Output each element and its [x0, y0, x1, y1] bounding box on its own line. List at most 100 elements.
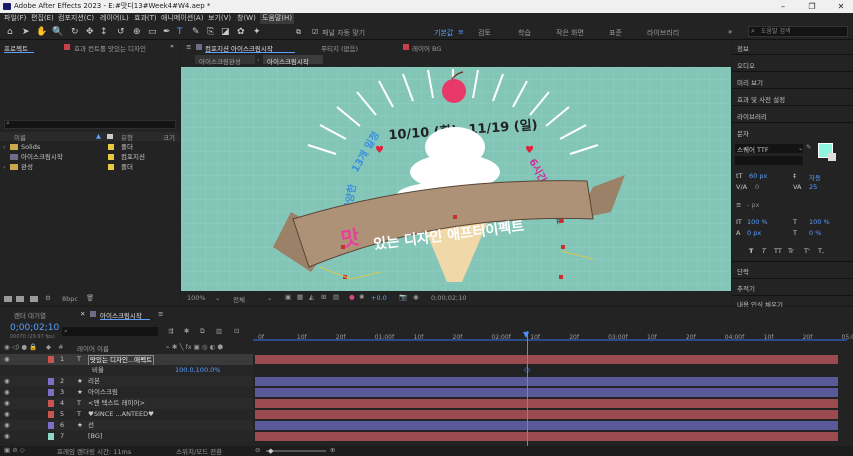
playhead-icon[interactable]: ▼ — [523, 330, 529, 339]
leading-value[interactable]: 자동 — [809, 172, 821, 182]
new-composition-icon[interactable] — [30, 296, 38, 302]
character-panel-title[interactable]: 문자 — [737, 128, 749, 138]
effects-presets-panel-title[interactable]: 효과 및 사전 설정 — [737, 94, 785, 104]
vertical-scale-value[interactable]: 100 % — [747, 218, 768, 226]
new-folder-icon[interactable] — [16, 296, 24, 302]
workspace-learn[interactable]: 학습 — [518, 28, 531, 38]
layer-name[interactable]: <맨 텍스트 레이어> — [88, 398, 145, 409]
tab-footage[interactable]: 푸티지 (없음) — [321, 43, 358, 53]
project-item[interactable]: › Solids 폴더 — [0, 142, 180, 152]
workspace-small-screen[interactable]: 작은 화면 — [556, 28, 584, 38]
all-caps-button[interactable]: TT — [774, 247, 782, 255]
toggle-switches-modes[interactable]: 스위치/모드 전환 — [176, 446, 222, 456]
resolution-dropdown-icon[interactable]: ⌄ — [267, 294, 272, 302]
eyedropper-icon[interactable]: ✎ — [806, 143, 811, 151]
zoom-tool-icon[interactable]: 🔍 — [52, 27, 63, 37]
anchor-tool-icon[interactable]: ⊕ — [133, 27, 141, 37]
layer-row[interactable]: ◉ 3 ★ 아이스크림 — [0, 387, 253, 398]
minimize-button[interactable]: – — [773, 0, 793, 13]
home-icon[interactable]: ⌂ — [7, 27, 13, 37]
preview-panel-title[interactable]: 미리 보기 — [737, 77, 763, 87]
layer-duration-bar[interactable] — [255, 377, 838, 386]
visibility-eye-icon[interactable]: ◉ — [4, 420, 10, 431]
eraser-tool-icon[interactable]: ◪ — [221, 27, 230, 37]
column-name[interactable]: 이름 — [14, 132, 26, 142]
interpret-footage-icon[interactable] — [4, 296, 12, 302]
snap-checkbox[interactable]: ☑ — [312, 27, 318, 37]
exposure-value[interactable]: +0.0 — [371, 294, 387, 302]
orbit-tool-icon[interactable]: ↻ — [71, 27, 79, 37]
visibility-eye-icon[interactable]: ◉ — [4, 354, 10, 365]
exposure-icon[interactable]: ✺ — [359, 293, 364, 301]
layer-label-color[interactable] — [48, 411, 54, 418]
layer-name[interactable]: 리본 — [88, 376, 100, 387]
layer-name[interactable]: ♥SINCE ...ANTEED♥ — [88, 409, 154, 420]
shape-tool-icon[interactable]: ▭ — [148, 27, 157, 37]
layer-duration-bar[interactable] — [255, 399, 838, 408]
workspace-menu-icon[interactable]: ≡ — [458, 28, 464, 36]
layer-duration-bar[interactable] — [255, 355, 838, 364]
project-item[interactable]: › 완성 폴더 — [0, 162, 180, 172]
color-channels-icon[interactable]: ● — [349, 293, 355, 301]
libraries-panel-title[interactable]: 라이브러리 — [737, 111, 767, 121]
panel-overflow-icon[interactable]: » — [170, 42, 174, 50]
project-search-input[interactable] — [4, 120, 176, 129]
playhead-line[interactable] — [527, 331, 528, 449]
viewer-timecode[interactable]: 0;00;02;10 — [431, 294, 467, 302]
menu-animation[interactable]: 애니메이션(A) — [161, 13, 203, 24]
column-layer-name[interactable]: 레이어 이름 — [77, 343, 109, 353]
sort-icon[interactable]: ▲ — [96, 132, 101, 140]
font-style-select[interactable] — [735, 156, 803, 165]
faux-italic-button[interactable]: T — [762, 247, 766, 255]
horizontal-scale-value[interactable]: 100 % — [809, 218, 830, 226]
type-tool-icon[interactable]: T — [177, 27, 183, 37]
font-size-value[interactable]: 60 px — [749, 172, 767, 180]
layer-name[interactable]: 아이스크림 — [88, 387, 118, 398]
zoom-out-icon[interactable]: ⊖ — [255, 446, 260, 454]
layer-duration-bar[interactable] — [255, 410, 838, 419]
column-type[interactable]: 유형 — [121, 132, 133, 142]
layer-label-color[interactable] — [48, 400, 54, 407]
menu-view[interactable]: 보기(V) — [208, 13, 231, 24]
work-area-bar[interactable] — [253, 339, 847, 341]
tsume-value[interactable]: 0 % — [809, 229, 821, 237]
zoom-in-icon[interactable]: ⊕ — [330, 446, 335, 454]
tracking-value[interactable]: 25 — [809, 183, 817, 191]
menu-layer[interactable]: 레이어(L) — [100, 13, 129, 24]
column-size[interactable]: 크기 — [163, 132, 175, 142]
menu-composition[interactable]: 컴포지션(C) — [58, 13, 94, 24]
tab-render-queue[interactable]: 렌더 대기열 — [14, 310, 46, 320]
stroke-width-value[interactable]: - px — [747, 201, 759, 209]
selection-tool-icon[interactable]: ➤ — [22, 27, 30, 37]
workspace-overflow-icon[interactable]: » — [728, 28, 732, 36]
tab-effect-controls[interactable]: 효과 컨트롤 맛있는 디자인 — [74, 43, 146, 53]
faux-bold-button[interactable]: T — [749, 247, 753, 255]
layer-duration-bar[interactable] — [255, 421, 838, 430]
layer-row[interactable]: ◉ 6 ★ 선 — [0, 420, 253, 431]
clone-tool-icon[interactable]: ⎘ — [207, 27, 214, 37]
menu-edit[interactable]: 편집(E) — [31, 13, 54, 24]
layer-label-color[interactable] — [48, 389, 54, 396]
hand-tool-icon[interactable]: ✋ — [36, 27, 47, 37]
visibility-eye-icon[interactable]: ◉ — [4, 387, 10, 398]
trash-icon[interactable]: 🗑 — [86, 294, 94, 302]
roto-tool-icon[interactable]: ✿ — [237, 27, 245, 37]
info-panel-title[interactable]: 정보 — [737, 43, 749, 53]
puppet-tool-icon[interactable]: ✦ — [253, 27, 261, 37]
small-caps-button[interactable]: Tr — [788, 247, 794, 255]
layer-label-color[interactable] — [48, 422, 54, 429]
menu-effect[interactable]: 효과(T) — [134, 13, 157, 24]
layer-duration-bar[interactable] — [255, 432, 838, 441]
mask-visibility-icon[interactable]: ◭ — [309, 293, 314, 301]
brush-tool-icon[interactable]: ✎ — [192, 27, 200, 37]
scale-value[interactable]: 100.0,100.0% — [175, 365, 220, 376]
layer-row[interactable]: ◉ 7 [BG] — [0, 431, 253, 442]
layer-row[interactable]: ◉ 4 T <맨 텍스트 레이어> — [0, 398, 253, 409]
layer-duration-bar[interactable] — [255, 388, 838, 397]
pen-tool-icon[interactable]: ✒ — [163, 27, 171, 37]
subscript-button[interactable]: T, — [818, 247, 824, 255]
region-of-interest-icon[interactable]: ▣ — [285, 293, 291, 301]
paragraph-panel-title[interactable]: 단락 — [737, 266, 749, 276]
draft-3d-icon[interactable]: ✱ — [184, 327, 189, 335]
layer-label-color[interactable] — [48, 378, 54, 385]
